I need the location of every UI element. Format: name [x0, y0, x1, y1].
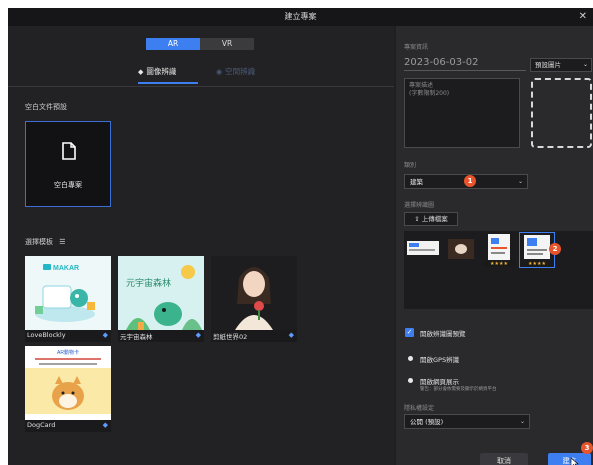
enable-gps-toggle[interactable] [408, 356, 413, 361]
tab-spatial-recognition[interactable]: ◉ 空間辨識 [216, 66, 255, 77]
recognition-image-3[interactable]: ★★★★ [482, 233, 516, 267]
list-icon[interactable]: ☰ [59, 238, 65, 246]
enable-gps-label: 開啟GPS辨識 [420, 356, 460, 364]
target-icon: ◉ [216, 68, 223, 76]
preset-image-label: 預設圖片 [535, 61, 561, 69]
template-panel: AR VR ◆ 圖像辨識 ◉ 空間辨識 空白文件預設 空白專案 選擇模板 ☰ M… [8, 26, 394, 465]
project-description-field[interactable]: 專案描述 (字數限制200) [404, 78, 520, 148]
template-name: DogCard [27, 421, 56, 429]
template-name: 剪紙世界02 [213, 333, 248, 341]
category-label: 類別 [404, 162, 417, 169]
dogcard-title-text: AR動物卡 [57, 349, 79, 356]
cancel-button[interactable]: 取消 [480, 453, 528, 465]
recognition-image-thumb [444, 233, 478, 265]
enable-preview-checkbox[interactable]: ✓ [405, 328, 414, 337]
close-icon[interactable]: ✕ [579, 8, 587, 26]
templates-section-label: 選擇模板 ☰ [25, 237, 66, 247]
rating-stars: ★★★★ [482, 261, 516, 267]
enable-web-toggle[interactable] [408, 378, 413, 383]
template-card-loveblockly[interactable]: MAKAR LoveBlockly ◆ [25, 256, 111, 342]
recognition-images-label: 選擇辨識圖 [404, 202, 435, 209]
privacy-value: 公開 (預設) [410, 418, 444, 426]
enable-web-label: 開啟網頁展示 [420, 378, 459, 386]
recognition-mode-tabs: ◆ 圖像辨識 ◉ 空間辨識 [8, 58, 394, 87]
template-name: LoveBlockly [27, 331, 66, 339]
platform-toggle: AR VR [146, 38, 254, 50]
project-title-input[interactable]: 2023-06-03-02 [404, 56, 526, 71]
templates-label-text: 選擇模板 [25, 238, 53, 246]
recognition-image-thumb [406, 233, 440, 265]
chevron-down-icon: ⌄ [582, 61, 588, 68]
forest-title-text: 元宇宙森林 [126, 277, 171, 288]
enable-web-hint: 警告：部分會依需要及顯示於網頁平台 [420, 387, 497, 392]
document-icon [62, 142, 76, 160]
tab-image-recognition-label: 圖像辨識 [146, 67, 177, 76]
privacy-select[interactable]: 公開 (預設) ⌄ [404, 414, 530, 429]
metaverse-forest-illustration: 元宇宙森林 [118, 256, 204, 330]
rating-stars: ★★★★ [520, 261, 554, 267]
blank-project-card[interactable]: 空白專案 [25, 121, 111, 207]
cube-icon: ◆ [138, 68, 144, 76]
platform-ar-button[interactable]: AR [146, 38, 200, 50]
ar-cube-icon: ◆ [102, 421, 108, 429]
project-settings-panel: 專案資訊 2023-06-03-02 預設圖片 ⌄ 專案描述 (字數限制200)… [396, 26, 593, 465]
project-info-label: 專案資訊 [404, 44, 429, 51]
upload-file-button[interactable]: ⇪ 上傳檔案 [404, 212, 458, 226]
preset-image-dropdown[interactable]: 預設圖片 ⌄ [530, 58, 592, 72]
makar-logo-text: MAKAR [53, 265, 79, 272]
upload-label: 上傳檔案 [421, 215, 448, 223]
upload-icon: ⇪ [414, 215, 420, 223]
dialog-titlebar: 建立專案 ✕ [8, 8, 593, 26]
recognition-image-2[interactable] [444, 233, 478, 265]
chevron-down-icon: ⌄ [517, 178, 523, 185]
step-badge-1: 1 [464, 175, 476, 187]
tab-image-recognition[interactable]: ◆ 圖像辨識 [138, 66, 176, 77]
template-thumbnail: AR動物卡 [25, 346, 111, 420]
blank-project-label: 空白專案 [54, 181, 82, 189]
ar-cube-icon: ◆ [102, 331, 108, 339]
create-project-dialog: 建立專案 ✕ AR VR ◆ 圖像辨識 ◉ 空間辨識 空白文件預設 空白專案 選… [8, 8, 593, 465]
ar-cube-icon: ◆ [195, 331, 201, 339]
template-thumbnail [211, 256, 297, 330]
chevron-down-icon: ⌄ [519, 418, 525, 425]
papercut-illustration [211, 256, 297, 330]
category-value: 建築 [410, 178, 423, 186]
recognition-image-1[interactable] [406, 233, 440, 265]
step-badge-3: 3 [581, 442, 593, 454]
active-tab-indicator [138, 82, 198, 84]
description-placeholder: 專案描述 (字數限制200) [409, 82, 450, 97]
loveblockly-illustration: MAKAR [25, 256, 111, 330]
template-thumbnail: 元宇宙森林 [118, 256, 204, 330]
recognition-image-strip: ★★★★ ★★★★ 2 [404, 231, 593, 309]
template-card-dogcard[interactable]: AR動物卡 DogCard ◆ [25, 346, 111, 432]
dialog-title: 建立專案 [284, 12, 317, 21]
blank-section-label: 空白文件預設 [25, 103, 67, 111]
cursor-icon [570, 457, 579, 465]
template-thumbnail: MAKAR [25, 256, 111, 330]
dogcard-illustration: AR動物卡 [25, 346, 111, 420]
template-name: 元宇宙森林 [120, 333, 153, 341]
enable-preview-label: 開啟辨識圖預覽 [420, 330, 466, 338]
platform-vr-button[interactable]: VR [200, 38, 254, 50]
privacy-label: 隱私權設定 [404, 405, 435, 412]
step-badge-2: 2 [549, 243, 561, 255]
tab-spatial-recognition-label: 空間辨識 [225, 67, 256, 76]
template-card-papercut[interactable]: 剪紙世界02 ◆ [211, 256, 297, 342]
template-card-metaverse-forest[interactable]: 元宇宙森林 元宇宙森林 ◆ [118, 256, 204, 342]
recognition-image-thumb [482, 233, 516, 261]
cover-image-dropzone[interactable] [531, 78, 592, 148]
ar-cube-icon: ◆ [288, 331, 294, 339]
